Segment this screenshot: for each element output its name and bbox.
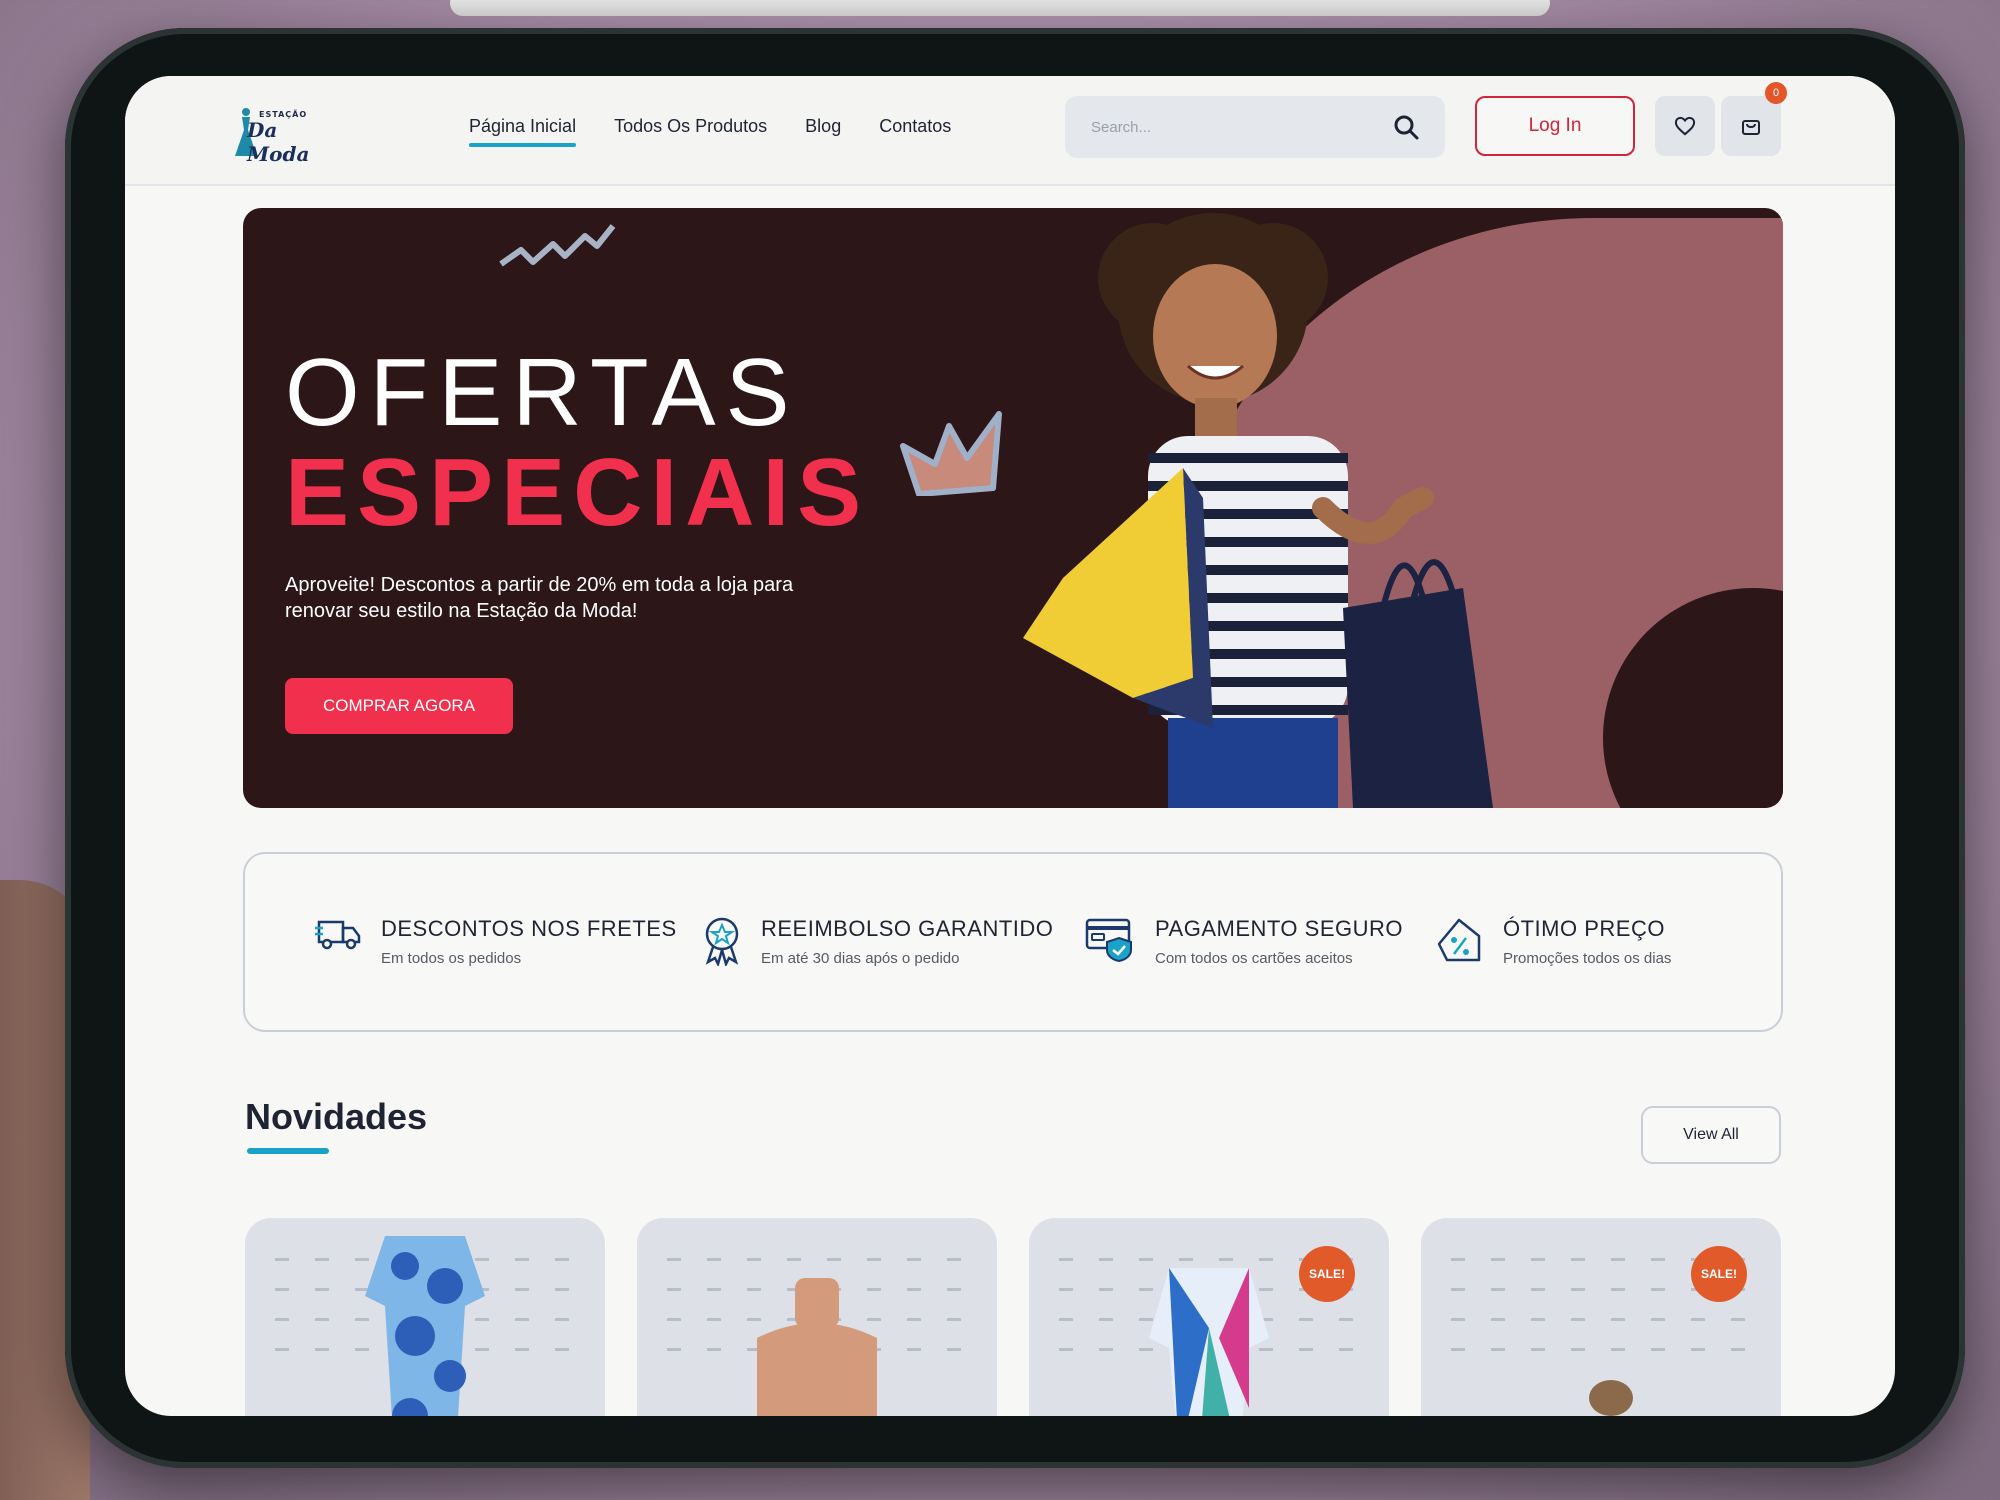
feature-title: PAGAMENTO SEGURO (1155, 916, 1404, 941)
cart-count-badge: 0 (1765, 82, 1787, 104)
nav-item-contacts[interactable]: Contatos (879, 116, 951, 147)
view-all-button[interactable]: View All (1641, 1106, 1781, 1164)
tablet-device: ESTAÇÃO Da Moda Página Inicial Todos Os … (65, 28, 1965, 1468)
product-card[interactable]: SALE! (1421, 1218, 1781, 1416)
feature-title: DESCONTOS NOS FRETES (381, 916, 677, 941)
search-icon[interactable] (1393, 114, 1419, 140)
product-card[interactable] (245, 1218, 605, 1416)
sale-badge: SALE! (1691, 1246, 1747, 1302)
feature-best-price: ÓTIMO PREÇO Promoções todos os dias (1435, 916, 1671, 967)
shopping-bag-icon (1742, 120, 1760, 135)
feature-desc: Em até 30 dias após o pedido (761, 950, 960, 967)
hero-subtitle: Aproveite! Descontos a partir de 20% em … (285, 574, 794, 622)
stylus-pencil (450, 0, 1550, 16)
web-page: ESTAÇÃO Da Moda Página Inicial Todos Os … (125, 76, 1895, 1416)
product-image (1589, 1380, 1633, 1416)
feature-desc: Promoções todos os dias (1503, 950, 1672, 967)
discount-tag-icon (1437, 918, 1481, 962)
hero-banner: OFERTAS ESPECIAIS Aproveite! Descontos a… (243, 208, 1783, 808)
award-icon (705, 917, 739, 966)
turtleneck-sweater-image (757, 1278, 877, 1416)
features-strip: DESCONTOS NOS FRETES Em todos os pedidos… (243, 852, 1783, 1032)
brand-name: Da Moda (247, 118, 310, 166)
feature-free-shipping: DESCONTOS NOS FRETES Em todos os pedidos (315, 916, 677, 967)
feature-secure-payment: PAGAMENTO SEGURO Com todos os cartões ac… (1085, 916, 1403, 967)
truck-icon (315, 920, 361, 950)
nav-item-blog[interactable]: Blog (805, 116, 841, 147)
feature-refund: REEIMBOLSO GARANTIDO Em até 30 dias após… (703, 916, 1053, 967)
hero-title-line1: OFERTAS (285, 339, 800, 446)
section-title-novidades: Novidades (245, 1096, 428, 1137)
feature-desc: Com todos os cartões aceitos (1155, 950, 1353, 967)
secure-card-icon (1085, 918, 1132, 962)
main-nav: Página Inicial Todos Os Produtos Blog Co… (469, 116, 951, 147)
section-title-underline (247, 1148, 329, 1154)
sale-badge: SALE! (1299, 1246, 1355, 1302)
model-with-shopping-bags-image (1023, 213, 1493, 808)
login-button[interactable]: Log In (1475, 96, 1635, 156)
zigzag-decor-icon (499, 224, 616, 267)
printed-top-image (1149, 1268, 1269, 1416)
search-bar (1065, 96, 1445, 158)
nav-item-all-products[interactable]: Todos Os Produtos (614, 116, 767, 147)
wishlist-button[interactable] (1655, 96, 1715, 156)
hero-title-line2: ESPECIAIS (285, 439, 870, 546)
shop-now-button[interactable]: COMPRAR AGORA (285, 678, 513, 734)
cart-button[interactable] (1721, 96, 1781, 156)
feature-desc: Em todos os pedidos (381, 950, 522, 967)
search-input[interactable] (1091, 114, 1381, 140)
nav-item-home[interactable]: Página Inicial (469, 116, 577, 147)
floral-dress-image (365, 1236, 485, 1416)
site-header: ESTAÇÃO Da Moda Página Inicial Todos Os … (125, 76, 1895, 186)
feature-title: ÓTIMO PREÇO (1503, 916, 1665, 941)
product-card[interactable] (637, 1218, 997, 1416)
product-card[interactable]: SALE! (1029, 1218, 1389, 1416)
brand-logo[interactable]: ESTAÇÃO Da Moda (233, 102, 343, 166)
heart-icon (1674, 116, 1696, 136)
feature-title: REEIMBOLSO GARANTIDO (761, 916, 1054, 941)
